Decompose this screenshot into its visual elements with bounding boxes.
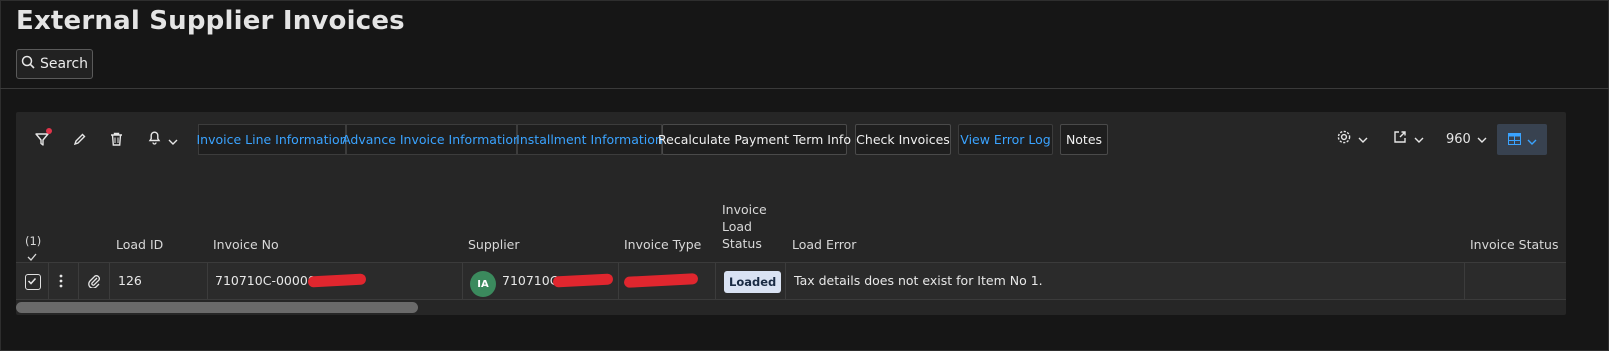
toolbar: Invoice Line Information Advance Invoice… <box>16 112 1566 166</box>
invoice-panel: Invoice Line Information Advance Invoice… <box>16 112 1566 315</box>
column-header-supplier[interactable]: Supplier <box>468 236 520 253</box>
cell-divider <box>1464 263 1465 299</box>
column-header-invoice-status[interactable]: Invoice Status <box>1470 236 1559 253</box>
chevron-down-icon <box>168 130 178 149</box>
column-header-load-error[interactable]: Load Error <box>792 236 856 253</box>
gear-icon <box>1336 129 1352 149</box>
cell-load-id: 126 <box>118 273 142 288</box>
installment-information-button[interactable]: Installment Information <box>516 124 663 155</box>
bell-icon <box>147 129 162 149</box>
notes-button[interactable]: Notes <box>1060 124 1108 155</box>
table-view-menu[interactable] <box>1497 124 1547 155</box>
chevron-down-icon <box>1414 132 1424 147</box>
more-options-icon[interactable] <box>59 274 63 291</box>
notification-menu[interactable] <box>142 128 182 150</box>
cell-supplier: 710710C <box>502 273 559 288</box>
redaction-mark <box>552 273 614 288</box>
cell-divider <box>207 263 208 299</box>
advance-invoice-information-button[interactable]: Advance Invoice Information <box>342 124 521 155</box>
filter-icon[interactable] <box>31 128 53 150</box>
table-icon <box>1507 130 1521 149</box>
view-error-log-button[interactable]: View Error Log <box>958 124 1053 155</box>
column-header-invoice-type[interactable]: Invoice Type <box>624 236 701 253</box>
filter-active-dot <box>46 128 52 134</box>
check-invoices-button[interactable]: Check Invoices <box>855 124 951 155</box>
search-icon <box>21 55 35 73</box>
export-menu[interactable] <box>1392 129 1424 149</box>
table-row[interactable]: 126 710710C-00000 IA 710710C Loaded Tax … <box>16 262 1566 300</box>
status-badge: Loaded <box>724 271 782 293</box>
cell-divider <box>618 263 619 299</box>
header-line-1: Invoice <box>722 202 767 217</box>
row-checkbox[interactable] <box>25 274 41 290</box>
search-label: Search <box>39 56 89 72</box>
chevron-down-icon <box>1527 130 1537 149</box>
column-header-invoice-load-status[interactable]: Invoice Load Status <box>722 201 767 252</box>
cell-invoice-no: 710710C-00000 <box>215 273 316 288</box>
divider <box>0 88 1609 89</box>
chevron-down-icon <box>1358 132 1368 147</box>
cell-load-error: Tax details does not exist for Item No 1… <box>794 273 1043 288</box>
column-header-load-id[interactable]: Load ID <box>116 236 163 253</box>
recalculate-payment-term-button[interactable]: Recalculate Payment Term Info <box>658 124 851 155</box>
cell-divider <box>785 263 786 299</box>
redaction-mark <box>623 273 699 288</box>
cell-divider <box>462 263 463 299</box>
cell-divider <box>109 263 110 299</box>
attachment-icon[interactable] <box>87 274 101 291</box>
row-count: 960 <box>1446 131 1471 147</box>
delete-icon[interactable] <box>105 128 127 150</box>
cell-divider <box>715 263 716 299</box>
horizontal-scrollbar[interactable] <box>16 302 418 313</box>
page-title: External Supplier Invoices <box>16 6 405 36</box>
cell-divider <box>78 263 79 299</box>
cell-divider <box>48 263 49 299</box>
column-header-invoice-no[interactable]: Invoice No <box>213 236 279 253</box>
edit-icon[interactable] <box>68 128 90 150</box>
header-line-2: Load <box>722 219 752 234</box>
header-line-3: Status <box>722 236 762 251</box>
export-icon <box>1392 129 1408 149</box>
chevron-down-icon <box>1477 132 1487 147</box>
row-count-menu[interactable]: 960 <box>1446 129 1487 149</box>
search-button[interactable]: Search <box>16 49 93 79</box>
invoice-line-information-button[interactable]: Invoice Line Information <box>196 124 348 155</box>
supplier-avatar: IA <box>470 271 496 297</box>
settings-menu[interactable] <box>1336 129 1368 149</box>
redaction-mark <box>307 273 367 288</box>
